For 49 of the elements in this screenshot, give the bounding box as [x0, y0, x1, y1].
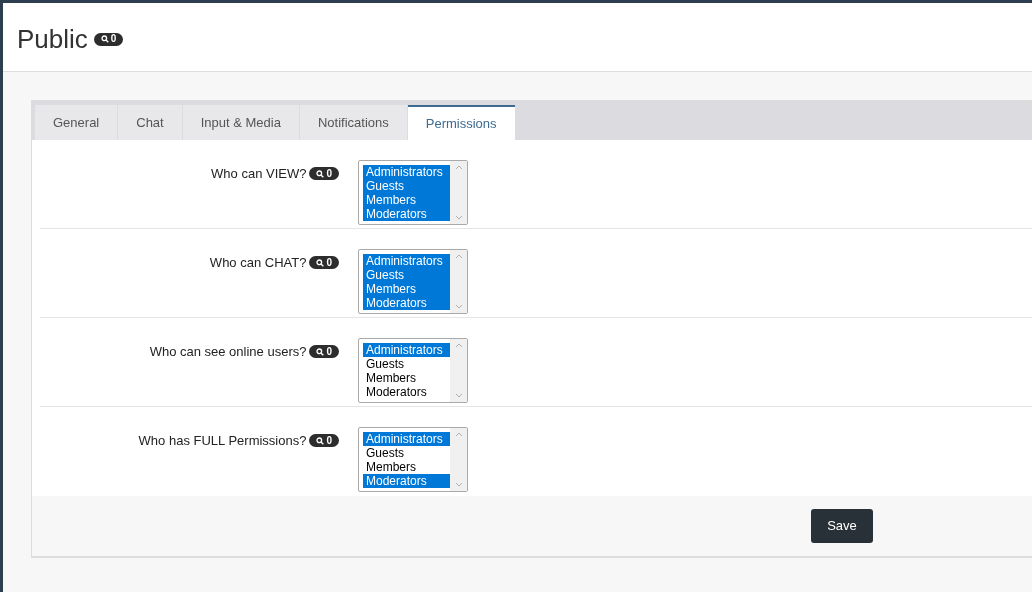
tab[interactable]: Permissions [407, 105, 515, 140]
tab[interactable]: General [35, 105, 118, 140]
list-option[interactable]: Administrators [363, 165, 450, 179]
search-icon [316, 258, 325, 267]
save-button[interactable]: Save [811, 509, 873, 543]
scroll-down-icon[interactable] [454, 393, 463, 398]
scroll-up-icon[interactable] [454, 165, 463, 170]
list-option[interactable]: Moderators [363, 474, 450, 488]
list-option[interactable]: Guests [363, 268, 450, 282]
multi-select-list[interactable]: Administrators Guests Members Moderators [358, 160, 468, 225]
list-option[interactable]: Guests [363, 446, 450, 460]
scroll-down-icon[interactable] [454, 215, 463, 220]
scroll-down-icon[interactable] [454, 304, 463, 309]
list-option[interactable]: Guests [363, 357, 450, 371]
list-option[interactable]: Administrators [363, 432, 450, 446]
count-badge: 0 [93, 32, 124, 46]
list-option[interactable]: Administrators [363, 343, 450, 357]
permission-label: Who has FULL Permissions? [138, 432, 307, 450]
count-badge: 0 [309, 434, 339, 448]
scroll-up-icon[interactable] [454, 432, 463, 437]
permission-label: Who can VIEW? [211, 165, 307, 183]
tab[interactable]: Notifications [299, 105, 407, 140]
list-option[interactable]: Members [363, 460, 450, 474]
count-badge: 0 [309, 345, 339, 359]
scroll-down-icon[interactable] [454, 482, 463, 487]
search-icon [100, 35, 109, 43]
multi-select-list[interactable]: Administrators Guests Members Moderators [358, 427, 468, 492]
count-badge: 0 [309, 167, 339, 181]
count-badge: 0 [309, 256, 339, 270]
page-title: Public [17, 22, 88, 56]
list-option[interactable]: Moderators [363, 385, 450, 399]
permission-label: Who can CHAT? [209, 254, 307, 272]
multi-select-list[interactable]: Administrators Guests Members Moderators [358, 338, 468, 403]
list-option[interactable]: Administrators [363, 254, 450, 268]
scroll-up-icon[interactable] [454, 343, 463, 348]
tab[interactable]: Input & Media [182, 105, 299, 140]
list-option[interactable]: Members [363, 193, 450, 207]
list-option[interactable]: Members [363, 282, 450, 296]
list-option[interactable]: Guests [363, 179, 450, 193]
search-icon [316, 347, 325, 356]
search-icon [316, 169, 325, 178]
list-option[interactable]: Members [363, 371, 450, 385]
scroll-up-icon[interactable] [454, 254, 463, 259]
list-option[interactable]: Moderators [363, 296, 450, 310]
permission-label: Who can see online users? [149, 343, 307, 361]
multi-select-list[interactable]: Administrators Guests Members Moderators [358, 249, 468, 314]
tab[interactable]: Chat [118, 105, 182, 140]
list-option[interactable]: Moderators [363, 207, 450, 221]
search-icon [316, 436, 325, 445]
